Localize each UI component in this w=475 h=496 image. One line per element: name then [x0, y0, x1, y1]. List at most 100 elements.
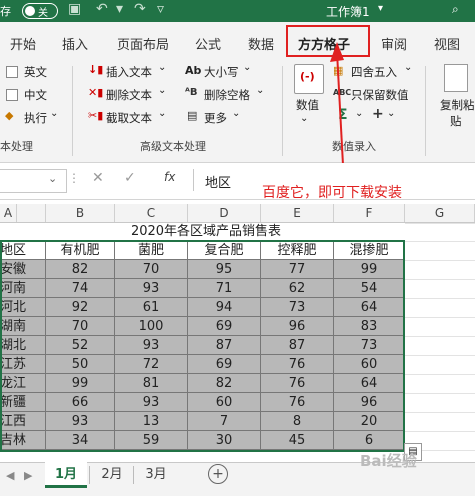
customize-icon[interactable]: ▿ — [157, 1, 164, 17]
table-cell[interactable]: 河南 — [0, 279, 46, 298]
case-dropdown-icon[interactable]: ⌄ — [243, 62, 251, 73]
plus-icon[interactable]: + — [372, 106, 384, 122]
table-cell[interactable]: 江西 — [0, 412, 46, 431]
table-header-cell[interactable]: 混掺肥 — [334, 241, 405, 260]
table-cell[interactable]: 83 — [334, 317, 405, 336]
table-cell[interactable]: 湖南 — [0, 317, 46, 336]
cancel-icon[interactable]: ✕ — [92, 170, 104, 186]
table-cell[interactable]: 69 — [188, 355, 261, 374]
table-cell[interactable]: 94 — [188, 298, 261, 317]
table-cell[interactable]: 99 — [46, 374, 115, 393]
table-cell[interactable]: 76 — [261, 393, 334, 412]
table-cell[interactable]: 71 — [188, 279, 261, 298]
table-cell[interactable]: 62 — [261, 279, 334, 298]
table-cell[interactable]: 54 — [334, 279, 405, 298]
table-cell[interactable]: 66 — [46, 393, 115, 412]
table-cell[interactable]: 湖北 — [0, 336, 46, 355]
column-header-e[interactable]: E — [261, 204, 334, 222]
copy-paste-button-line2[interactable]: 贴 — [450, 113, 462, 129]
table-header-cell[interactable]: 地区 — [0, 241, 46, 260]
table-cell[interactable]: 76 — [261, 374, 334, 393]
case-button[interactable]: 大小写 — [204, 64, 239, 80]
tab-data[interactable]: 数据 — [248, 34, 274, 53]
number-button[interactable]: 数值 — [296, 97, 319, 113]
table-header-cell[interactable]: 控释肥 — [261, 241, 334, 260]
table-cell[interactable]: 95 — [188, 260, 261, 279]
undo-dropdown-icon[interactable]: ▾ — [116, 1, 123, 17]
trim-space-dropdown-icon[interactable]: ⌄ — [256, 85, 264, 96]
column-header-b[interactable]: B — [46, 204, 115, 222]
table-cell[interactable]: 93 — [46, 412, 115, 431]
column-header-f[interactable]: F — [334, 204, 405, 222]
table-cell[interactable]: 96 — [334, 393, 405, 412]
table-header-cell[interactable]: 菌肥 — [115, 241, 188, 260]
table-cell[interactable]: 30 — [188, 431, 261, 450]
number-dropdown-icon[interactable]: ⌄ — [300, 113, 308, 124]
redo-icon[interactable]: ↷ — [134, 1, 146, 17]
table-cell[interactable]: 安徽 — [0, 260, 46, 279]
search-icon[interactable]: ⌕ — [452, 2, 459, 17]
table-cell[interactable]: 87 — [188, 336, 261, 355]
add-sheet-icon[interactable]: + — [208, 464, 228, 484]
table-cell[interactable]: 93 — [115, 336, 188, 355]
table-cell[interactable]: 70 — [115, 260, 188, 279]
more-dropdown-icon[interactable]: ⌄ — [232, 108, 240, 119]
table-cell[interactable]: 龙江 — [0, 374, 46, 393]
insert-text-button[interactable]: 插入文本 — [106, 64, 152, 80]
round-button[interactable]: 四舍五入 — [351, 64, 397, 80]
column-header-d[interactable]: D — [188, 204, 261, 222]
tab-formulas[interactable]: 公式 — [195, 34, 221, 53]
more-button[interactable]: 更多 — [204, 110, 227, 126]
plus-dropdown-icon[interactable]: ⌄ — [387, 108, 395, 119]
table-cell[interactable]: 93 — [115, 279, 188, 298]
table-cell[interactable]: 82 — [46, 260, 115, 279]
sheet-tab-feb[interactable]: 2月 — [91, 462, 133, 488]
table-cell[interactable]: 59 — [115, 431, 188, 450]
chinese-checkbox[interactable] — [6, 89, 18, 101]
keep-number-button[interactable]: 只保留数值 — [351, 87, 409, 103]
extract-text-button[interactable]: 截取文本 — [106, 110, 152, 126]
column-header-a[interactable]: A — [0, 204, 17, 222]
column-g-cells[interactable] — [405, 223, 475, 458]
table-header-cell[interactable]: 有机肥 — [46, 241, 115, 260]
table-cell[interactable]: 新疆 — [0, 393, 46, 412]
table-cell[interactable]: 60 — [188, 393, 261, 412]
table-cell[interactable]: 74 — [46, 279, 115, 298]
sheet-tab-mar[interactable]: 3月 — [135, 462, 177, 488]
enter-icon[interactable]: ✓ — [124, 170, 136, 186]
table-cell[interactable]: 7 — [188, 412, 261, 431]
tab-insert[interactable]: 插入 — [62, 34, 88, 53]
autosave-toggle[interactable]: 关 — [22, 3, 58, 19]
table-cell[interactable]: 8 — [261, 412, 334, 431]
execute-button[interactable]: 执行 — [24, 110, 47, 126]
tab-page-layout[interactable]: 页面布局 — [117, 34, 169, 53]
trim-space-button[interactable]: 删除空格 — [204, 87, 250, 103]
column-header-c[interactable]: C — [115, 204, 188, 222]
namebox-dropdown-icon[interactable]: ⌄ — [48, 172, 57, 185]
table-cell[interactable]: 50 — [46, 355, 115, 374]
table-cell[interactable]: 69 — [188, 317, 261, 336]
fx-icon[interactable]: fx — [164, 170, 175, 184]
table-cell[interactable]: 73 — [334, 336, 405, 355]
delete-text-dropdown-icon[interactable]: ⌄ — [158, 85, 166, 96]
column-header-g[interactable]: G — [405, 204, 475, 222]
tab-view[interactable]: 视图 — [434, 34, 460, 53]
table-cell[interactable]: 64 — [334, 374, 405, 393]
sigma-dropdown-icon[interactable]: ⌄ — [355, 108, 363, 119]
table-header-cell[interactable]: 复合肥 — [188, 241, 261, 260]
sheet-scroll-right-icon[interactable]: ▶ — [24, 469, 32, 482]
table-cell[interactable]: 92 — [46, 298, 115, 317]
table-cell[interactable]: 河北 — [0, 298, 46, 317]
table-cell[interactable]: 96 — [261, 317, 334, 336]
extract-text-dropdown-icon[interactable]: ⌄ — [158, 108, 166, 119]
table-cell[interactable]: 江苏 — [0, 355, 46, 374]
table-cell[interactable]: 60 — [334, 355, 405, 374]
table-cell[interactable]: 64 — [334, 298, 405, 317]
table-cell[interactable]: 77 — [261, 260, 334, 279]
delete-text-button[interactable]: 删除文本 — [106, 87, 152, 103]
save-icon[interactable]: ▣ — [68, 1, 81, 17]
table-cell[interactable]: 70 — [46, 317, 115, 336]
table-title[interactable]: 2020年各区域产品销售表 — [46, 223, 366, 241]
table-cell[interactable]: 6 — [334, 431, 405, 450]
table-cell[interactable]: 100 — [115, 317, 188, 336]
